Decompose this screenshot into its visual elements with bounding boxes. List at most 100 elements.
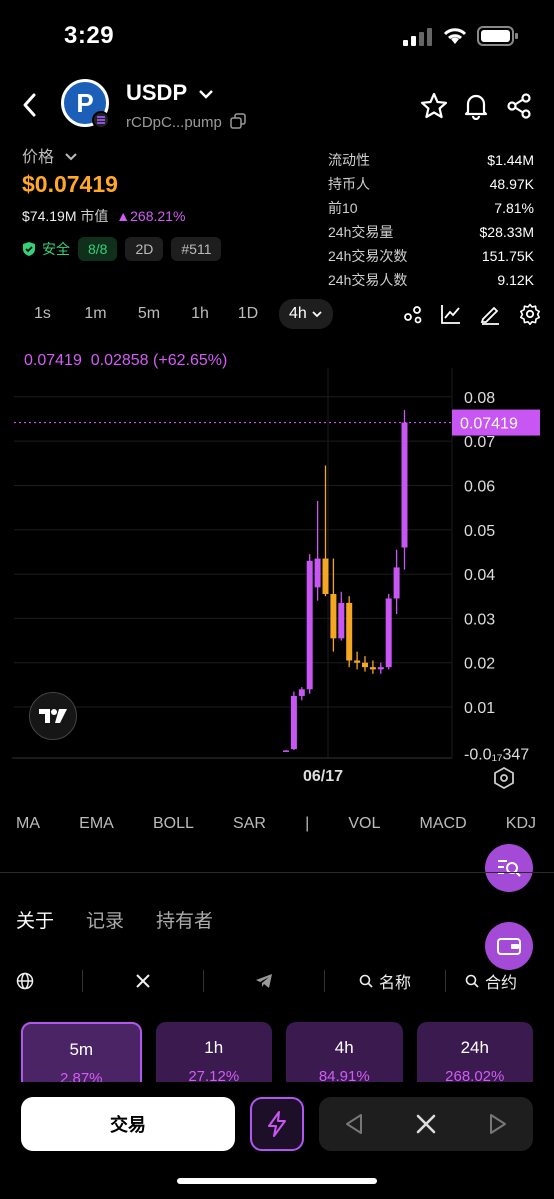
market-cap-value: $74.19M [22,208,77,224]
tab-holders[interactable]: 持有者 [156,906,213,933]
rank-badge: #511 [171,237,222,261]
current-price-label: 0.07419 [460,416,518,433]
token-symbol-text: USDP [126,80,187,105]
y-tick-label: 0.03 [464,611,495,628]
candle-body [362,662,368,668]
candle-body [298,689,305,696]
stat-key: 24h交易人数 [328,272,408,288]
candle-body [385,598,392,668]
indicator-macd[interactable]: MACD [420,815,467,833]
stat-key: 前10 [328,200,358,216]
candle-body [330,594,337,639]
stat-value: 48.97K [489,176,534,192]
stat-value: $28.33M [479,224,534,240]
timeframe-4h[interactable]: 4h [279,299,333,329]
token-symbol[interactable]: USDP [126,80,215,106]
line-chart-icon[interactable] [440,303,462,325]
timeframe-5m[interactable]: 5m [123,299,175,329]
stat-key: 24h交易次数 [328,248,408,264]
badge-row: 安全 8/8 2D #511 [22,237,222,261]
x-axis-date: 06/17 [303,768,344,785]
indicator-ema[interactable]: EMA [79,815,114,833]
indicator-boll[interactable]: BOLL [153,815,194,833]
back-icon[interactable] [18,90,42,120]
token-address-text: rCDpC...pump [126,114,222,131]
bell-icon[interactable] [462,92,490,120]
quick-trade-button[interactable] [250,1097,304,1151]
triangle-right-icon[interactable] [488,1113,508,1135]
share-icon[interactable] [505,92,533,120]
price-chart[interactable]: 0.08 0.07 0.06 0.05 0.04 0.03 0.02 0.01 -0.0₁₇34… [0,368,554,768]
candle-body [290,695,297,750]
candle-body [314,558,321,588]
link-row: 名称 合约 [16,970,536,992]
globe-icon [16,972,34,990]
settings-gear-icon[interactable] [519,303,541,325]
navigation-group [319,1097,533,1151]
hexagon-settings-icon[interactable] [493,767,515,789]
y-tick-label: 0.06 [464,478,495,495]
triangle-left-icon[interactable] [344,1113,364,1135]
timeframe-1d[interactable]: 1D [225,299,271,329]
triangle-up-icon: ▲ [116,208,131,224]
y-tick-label: 0.01 [464,700,495,717]
market-cap-label: 市值 [80,208,109,224]
candle-body [401,422,408,548]
search-list-icon [498,860,521,877]
trade-button[interactable]: 交易 [21,1097,235,1151]
chevron-down-icon [199,90,213,99]
star-icon[interactable] [420,92,448,120]
indicator-nodes-icon[interactable] [402,303,424,325]
indicator-divider: | [305,815,310,832]
y-tick-label: 0.02 [464,656,495,673]
chart-price: 0.07419 [24,352,82,369]
y-tick-label: 0.08 [464,390,495,407]
timeframe-1s[interactable]: 1s [16,299,68,329]
wallet-button[interactable] [485,922,533,970]
indicator-sar[interactable]: SAR [233,815,266,833]
price-label[interactable]: 价格 [22,143,78,167]
period-label: 1h [204,1038,224,1057]
close-icon[interactable] [415,1113,437,1135]
signal-icon [403,28,432,46]
timeframe-1m[interactable]: 1m [68,299,123,329]
draw-pen-icon[interactable] [479,303,501,325]
stat-key: 24h交易量 [328,224,394,240]
shield-icon [23,242,35,256]
copy-icon[interactable] [230,113,246,129]
status-time: 3:29 [64,22,115,49]
battery-icon [477,26,518,46]
indicator-ma[interactable]: MA [16,815,40,833]
x-logo-icon [136,974,150,988]
stat-row: 24h交易次数 151.75K [328,244,534,268]
candle-body [393,567,400,599]
safety-label: 安全 [42,241,70,257]
tab-records[interactable]: 记录 [86,906,124,933]
chart-change-pct: (+62.65%) [153,352,228,369]
candle-body [377,667,384,670]
token-address[interactable]: rCDpC...pump [126,113,246,131]
x-twitter-link[interactable] [83,970,204,992]
age-badge: 2D [125,237,164,261]
timeframe-1h[interactable]: 1h [175,299,225,329]
indicator-kdj[interactable]: KDJ [506,815,536,833]
safety-badge[interactable]: 安全 [22,237,70,261]
period-label: 24h [460,1038,489,1057]
stat-value: 9.12K [497,272,534,288]
chain-badge-icon [92,111,110,129]
tradingview-logo[interactable] [29,692,77,740]
search-contract-label: 合约 [484,975,517,992]
timeframe-4h-label: 4h [289,305,307,322]
stats-panel: 流动性 $1.44M 持币人 48.97K 前10 7.81% 24h交易量 $28.3… [328,148,534,292]
website-link[interactable] [16,970,83,992]
search-list-button[interactable] [485,844,533,892]
indicator-vol[interactable]: VOL [348,815,380,833]
search-name-link[interactable]: 名称 [325,970,446,992]
search-contract-link[interactable]: 合约 [446,970,536,992]
stat-key: 持币人 [328,176,370,192]
telegram-link[interactable] [204,970,325,992]
safety-count[interactable]: 8/8 [78,237,118,261]
tab-about[interactable]: 关于 [16,906,54,933]
current-price: $0.07419 [22,171,118,197]
home-indicator [177,1178,377,1184]
